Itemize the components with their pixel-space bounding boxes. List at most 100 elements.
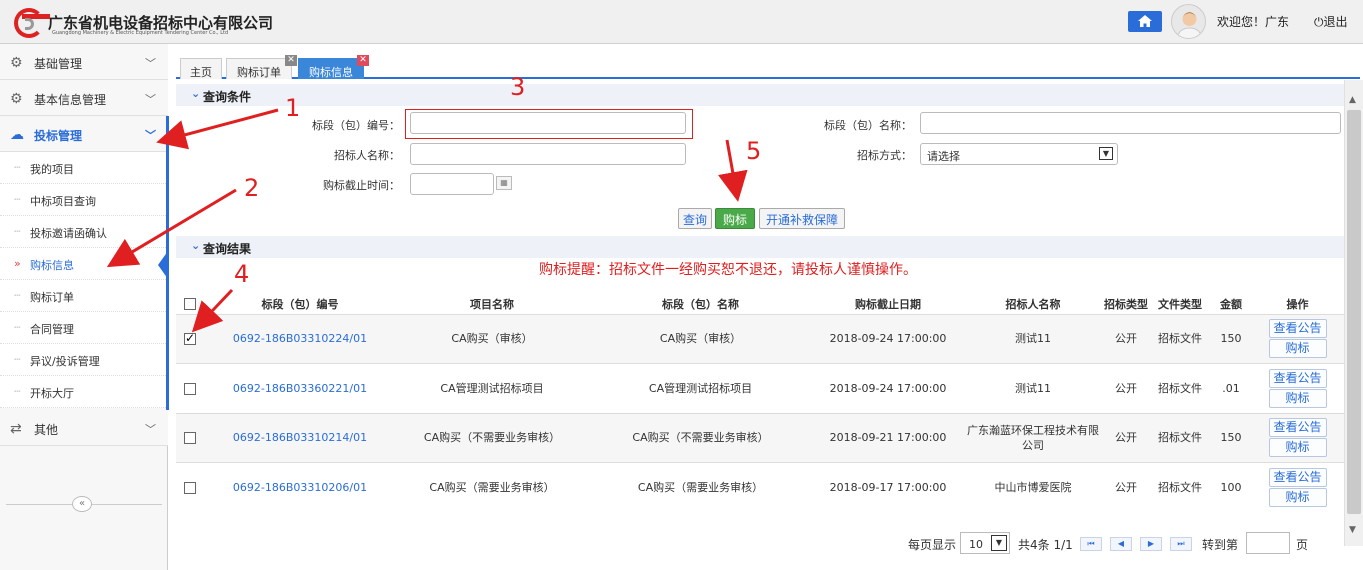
- sidebar-item-purchase-orders[interactable]: ┄ 购标订单: [0, 280, 168, 312]
- sidebar-item-invitation-confirm[interactable]: ┄ 投标邀请函确认: [0, 216, 168, 248]
- row-tenderer: 中山市博爱医院: [963, 462, 1103, 512]
- row-checkbox[interactable]: [184, 432, 196, 445]
- name-input[interactable]: [920, 112, 1341, 134]
- sidebar-menu-bidding[interactable]: ☁ 投标管理 ﹀: [0, 116, 168, 152]
- tenderer-label: 招标人名称：: [334, 149, 400, 162]
- sidebar-item-complaints[interactable]: ┄ 异议/投诉管理: [0, 344, 168, 376]
- row-select-cell[interactable]: [176, 363, 204, 413]
- row-buy-button[interactable]: 购标: [1268, 339, 1327, 359]
- menu-label: 投标管理: [34, 129, 83, 143]
- row-section: CA管理测试招标项目: [588, 363, 813, 413]
- row-file: 招标文件: [1149, 462, 1211, 512]
- method-select[interactable]: 请选择 ▼: [920, 143, 1118, 165]
- menu-label: 基本信息管理: [34, 93, 107, 107]
- row-actions: 查看公告 购标: [1251, 363, 1344, 413]
- tab-purchase-info[interactable]: 购标信息 ✕: [298, 55, 369, 79]
- deadline-input[interactable]: [410, 173, 494, 195]
- sub-item-label: 我的项目: [30, 163, 74, 176]
- query-section-title[interactable]: ⌄ 查询条件: [176, 84, 1344, 106]
- button-label: 查询: [682, 213, 707, 227]
- scroll-up-icon[interactable]: ▲: [1349, 95, 1356, 105]
- logout-button[interactable]: ⏻退出: [1314, 13, 1348, 30]
- goto-page-input[interactable]: [1246, 532, 1290, 554]
- row-tenderer: 测试11: [963, 363, 1103, 413]
- company-logo: [14, 8, 50, 38]
- next-page-button[interactable]: ▶: [1140, 537, 1162, 551]
- sidebar-item-bid-hall[interactable]: ┄ 开标大厅: [0, 376, 168, 408]
- tab-home[interactable]: 主页: [180, 58, 222, 79]
- first-page-button[interactable]: ⏮: [1080, 537, 1102, 551]
- sidebar: ⚙ 基础管理 ﹀ ⚙ 基本信息管理 ﹀ ☁ 投标管理 ﹀ ┄ 我的项目 ┄ 中标项目…: [0, 44, 168, 570]
- row-code-link[interactable]: 0692-186B03310224/01: [204, 313, 396, 364]
- row-code-link[interactable]: 0692-186B03360221/01: [204, 363, 396, 413]
- scrollbar-thumb[interactable]: [1347, 110, 1361, 514]
- row-checkbox[interactable]: [184, 482, 196, 494]
- sidebar-menu-info[interactable]: ⚙ 基本信息管理 ﹀: [0, 80, 168, 116]
- chevron-down-icon: ▼: [1099, 147, 1113, 160]
- row-buy-button[interactable]: 购标: [1268, 438, 1327, 458]
- table-header-row: 标段（包）编号 项目名称 标段（包）名称 购标截止日期 招标人名称 招标类型 文…: [176, 294, 1344, 314]
- insurance-button[interactable]: 开通补救保障: [759, 208, 845, 229]
- row-code-link[interactable]: 0692-186B03310214/01: [204, 412, 396, 463]
- sidebar-item-my-projects[interactable]: ┄ 我的项目: [0, 152, 168, 184]
- per-page-label: 每页显示: [908, 538, 957, 552]
- row-select-cell[interactable]: [176, 412, 204, 463]
- select-all-header[interactable]: [176, 294, 204, 314]
- view-announcement-button[interactable]: 查看公告: [1268, 418, 1327, 438]
- table-row[interactable]: 0692-186B03310214/01 CA购买（不需要业务审核） CA购买（不需…: [176, 412, 1344, 463]
- logout-label: 退出: [1323, 15, 1348, 29]
- close-icon[interactable]: ✕: [357, 55, 369, 66]
- chevron-down-icon: ﹀: [145, 57, 156, 70]
- scroll-down-icon[interactable]: ▼: [1349, 525, 1356, 535]
- query-button[interactable]: 查询: [678, 208, 712, 229]
- row-type: 公开: [1103, 412, 1149, 463]
- annotation-number: 3: [510, 73, 526, 101]
- chevron-down-icon: ⌄: [191, 87, 201, 100]
- prev-page-button[interactable]: ◀: [1110, 537, 1132, 551]
- tab-purchase-orders[interactable]: 购标订单 ✕: [226, 55, 297, 79]
- vertical-scrollbar[interactable]: ▲ ▼: [1344, 80, 1363, 546]
- row-checkbox[interactable]: [184, 382, 196, 395]
- table-row[interactable]: 0692-186B03310224/01CA购买（审核）CA购买（审核）2018…: [176, 313, 1344, 364]
- last-page-button[interactable]: ⏭: [1170, 537, 1192, 551]
- row-deadline: 2018-09-24 17:00:00: [813, 313, 963, 364]
- row-code-link[interactable]: 0692-186B03310206/01: [204, 462, 396, 512]
- menu-label: 其他: [34, 423, 59, 437]
- table-row[interactable]: 0692-186B03360221/01 CA管理测试招标项目 CA管理测试招标项目…: [176, 363, 1344, 413]
- gear-icon: ⚙: [10, 55, 23, 71]
- view-announcement-button[interactable]: 查看公告: [1268, 468, 1327, 487]
- sidebar-item-purchase-info[interactable]: » 购标信息: [0, 248, 168, 280]
- tenderer-input[interactable]: [410, 143, 686, 165]
- row-project: CA购买（审核）: [396, 313, 588, 364]
- row-type: 公开: [1103, 462, 1149, 512]
- buy-button[interactable]: 购标: [715, 208, 755, 229]
- row-select-cell[interactable]: [176, 313, 204, 364]
- annotation-highlight-box: [405, 109, 693, 139]
- sidebar-menu-other[interactable]: ⇄ 其他 ﹀: [0, 410, 168, 446]
- row-actions: 查看公告 购标: [1251, 412, 1344, 463]
- view-announcement-button[interactable]: 查看公告: [1268, 368, 1327, 388]
- row-buy-button[interactable]: 购标: [1268, 488, 1327, 507]
- row-project: CA购买（不需要业务审核）: [396, 412, 588, 463]
- row-buy-button[interactable]: 购标: [1268, 388, 1327, 408]
- close-icon[interactable]: ✕: [285, 55, 297, 66]
- tree-dot-icon: ┄: [14, 385, 21, 398]
- table-row[interactable]: 0692-186B03310206/01 CA购买（需要业务审核） CA购买（需要业…: [176, 462, 1344, 512]
- home-button[interactable]: [1128, 11, 1162, 32]
- sidebar-item-won-projects[interactable]: ┄ 中标项目查询: [0, 184, 168, 216]
- view-announcement-button[interactable]: 查看公告: [1268, 319, 1327, 339]
- calendar-icon[interactable]: ▦: [496, 176, 512, 190]
- results-section-title[interactable]: ⌄ 查询结果: [176, 236, 1344, 258]
- sub-item-label: 投标邀请函确认: [30, 227, 107, 240]
- row-select-cell[interactable]: [176, 462, 204, 512]
- per-page-select[interactable]: 10 ▼: [960, 532, 1010, 554]
- sidebar-menu-basic[interactable]: ⚙ 基础管理 ﹀: [0, 44, 168, 80]
- row-actions: 查看公告 购标: [1251, 313, 1344, 364]
- sidebar-item-contracts[interactable]: ┄ 合同管理: [0, 312, 168, 344]
- avatar[interactable]: [1171, 4, 1206, 39]
- select-all-checkbox[interactable]: [184, 298, 196, 311]
- next-page-icon: ▶: [1147, 539, 1155, 548]
- row-checkbox[interactable]: [184, 331, 196, 346]
- row-type: 公开: [1103, 313, 1149, 364]
- collapse-sidebar-button[interactable]: «: [72, 496, 92, 512]
